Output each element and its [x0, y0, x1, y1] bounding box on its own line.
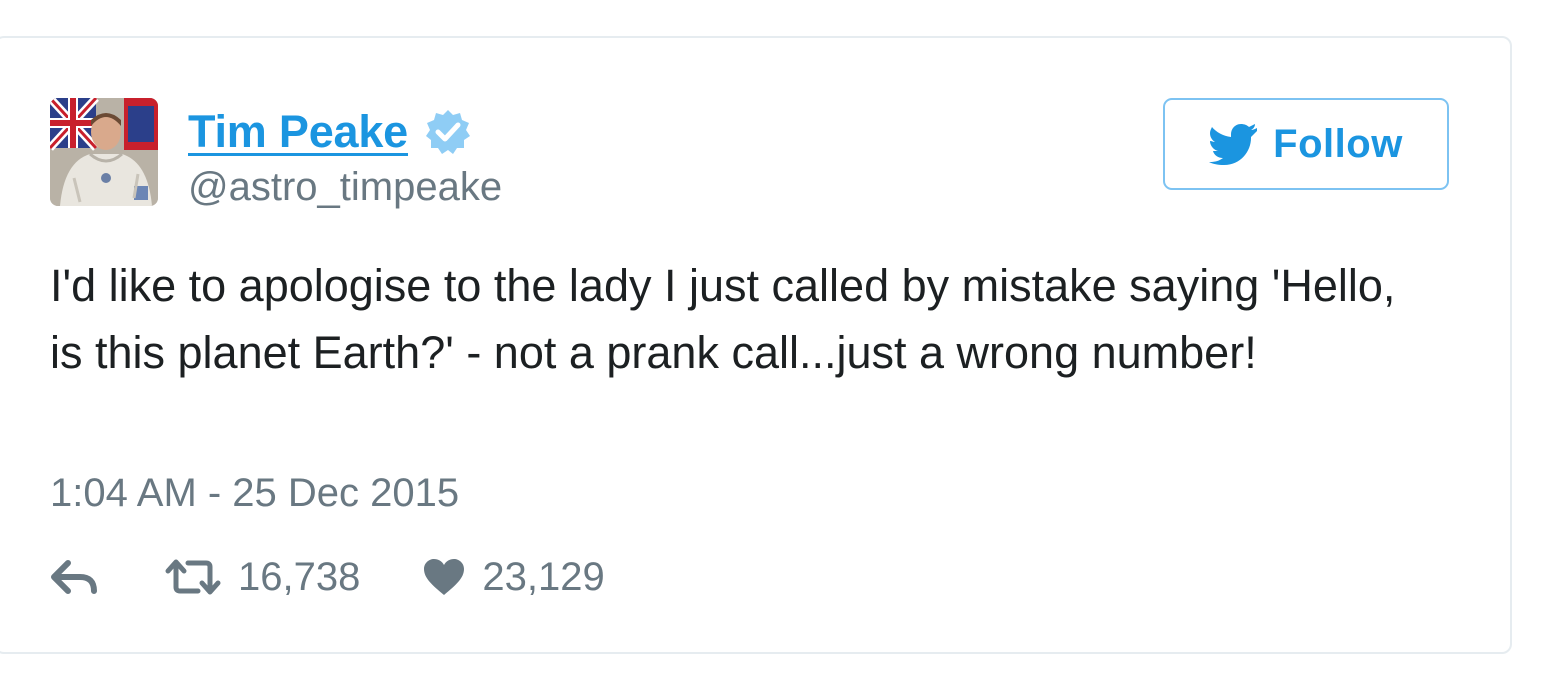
tweet-actions: 16,738 23,129 — [50, 552, 605, 602]
author-name-row: Tim Peake — [188, 104, 472, 160]
author-name[interactable]: Tim Peake — [188, 104, 408, 160]
like-count: 23,129 — [482, 555, 605, 599]
author-handle[interactable]: @astro_timpeake — [188, 162, 502, 212]
retweet-count: 16,738 — [238, 555, 361, 599]
like-button[interactable]: 23,129 — [422, 552, 605, 602]
retweet-button[interactable]: 16,738 — [164, 552, 360, 602]
avatar[interactable] — [50, 98, 158, 206]
tweet-timestamp[interactable]: 1:04 AM - 25 Dec 2015 — [50, 468, 459, 518]
verified-badge-icon — [424, 108, 472, 156]
heart-icon — [422, 557, 466, 597]
retweet-icon — [164, 557, 222, 597]
follow-button-label: Follow — [1273, 121, 1403, 166]
follow-button[interactable]: Follow — [1163, 98, 1449, 190]
reply-button[interactable] — [50, 557, 98, 597]
twitter-bird-icon — [1209, 123, 1259, 165]
reply-icon — [50, 557, 98, 597]
tweet-text: I'd like to apologise to the lady I just… — [50, 260, 1396, 378]
astronaut-avatar-icon — [50, 98, 158, 206]
